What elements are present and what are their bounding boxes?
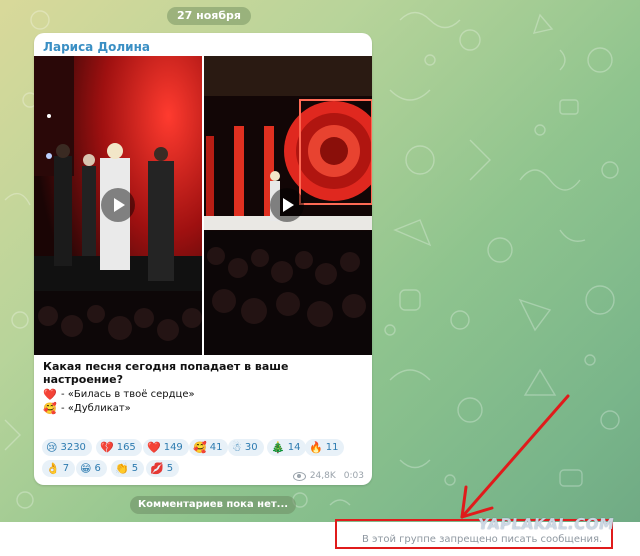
post-time: 0:03 bbox=[343, 471, 364, 481]
play-button-2[interactable] bbox=[270, 188, 304, 222]
reaction-count: 149 bbox=[163, 442, 183, 453]
play-button-1[interactable] bbox=[101, 188, 135, 222]
reaction-kiss[interactable]: 💋 5 bbox=[146, 460, 180, 477]
channel-post: Лариса Долина Какая песня сегодня попада… bbox=[34, 33, 372, 485]
clapping-hands-icon: 👏 bbox=[115, 462, 129, 475]
snowman-icon: ☃ bbox=[232, 441, 242, 454]
kiss-lips-icon: 💋 bbox=[150, 462, 164, 475]
ok-hand-icon: 👌 bbox=[46, 462, 60, 475]
red-heart-icon: ❤️ bbox=[147, 441, 161, 454]
reaction-heart[interactable]: ❤️ 149 bbox=[143, 439, 189, 456]
poll-option-1: ❤️ - «Билась в твоё сердце» bbox=[43, 388, 195, 401]
media-album bbox=[34, 56, 372, 355]
reaction-count: 5 bbox=[131, 463, 139, 474]
fire-icon: 🔥 bbox=[309, 441, 323, 454]
reaction-count: 3230 bbox=[60, 442, 86, 453]
christmas-tree-icon: 🎄 bbox=[271, 441, 285, 454]
reaction-sad[interactable]: 😢 3230 bbox=[42, 439, 92, 456]
reaction-count: 165 bbox=[116, 442, 136, 453]
reaction-grinning[interactable]: 😁 6 bbox=[76, 460, 107, 477]
reaction-count: 30 bbox=[244, 442, 258, 453]
video-thumbnail-2[interactable] bbox=[204, 56, 372, 355]
views-count: 24,8K bbox=[309, 471, 336, 481]
reaction-count: 6 bbox=[94, 463, 101, 474]
reaction-count: 14 bbox=[287, 442, 301, 453]
broken-heart-icon: 💔 bbox=[100, 441, 114, 454]
post-meta: 24,8K 0:03 bbox=[292, 471, 364, 481]
reaction-smiling-hearts[interactable]: 🥰 41 bbox=[189, 439, 229, 456]
option-text: - «Билась в твоё сердце» bbox=[61, 389, 195, 400]
red-heart-icon: ❤️ bbox=[43, 388, 57, 401]
grinning-face-icon: 😁 bbox=[80, 462, 92, 475]
smiling-face-with-hearts-icon: 🥰 bbox=[193, 441, 207, 454]
watermark-logo: YAPLAKAL.COM bbox=[476, 515, 616, 533]
reaction-ok-hand[interactable]: 👌 7 bbox=[42, 460, 76, 477]
reaction-count: 7 bbox=[62, 463, 70, 474]
reaction-broken-heart[interactable]: 💔 165 bbox=[96, 439, 142, 456]
post-question: Какая песня сегодня попадает в ваше наст… bbox=[43, 360, 289, 386]
smiling-face-with-hearts-icon: 🥰 bbox=[43, 402, 57, 415]
reaction-christmas-tree[interactable]: 🎄 14 bbox=[267, 439, 307, 456]
date-separator: 27 ноября bbox=[167, 7, 251, 25]
reaction-count: 41 bbox=[209, 442, 223, 453]
video-thumbnail-1[interactable] bbox=[34, 56, 202, 355]
reaction-count: 5 bbox=[166, 463, 174, 474]
comments-button[interactable]: Комментариев пока нет... bbox=[130, 496, 297, 514]
post-author[interactable]: Лариса Долина bbox=[43, 40, 150, 54]
reaction-clapping[interactable]: 👏 5 bbox=[111, 460, 145, 477]
reaction-snowman[interactable]: ☃ 30 bbox=[228, 439, 264, 456]
views-eye-icon bbox=[292, 471, 306, 481]
reaction-fire[interactable]: 🔥 11 bbox=[305, 439, 345, 456]
play-icon bbox=[114, 198, 125, 212]
readonly-notice: В этой группе запрещено писать сообщения… bbox=[362, 534, 603, 545]
play-icon bbox=[283, 198, 294, 212]
option-text: - «Дубликат» bbox=[61, 403, 131, 414]
poll-option-2: 🥰 - «Дубликат» bbox=[43, 402, 131, 415]
reaction-count: 11 bbox=[325, 442, 339, 453]
sad-face-icon: 😢 bbox=[46, 441, 58, 454]
